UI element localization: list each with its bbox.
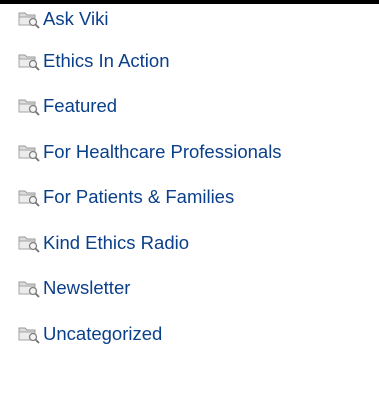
folder-search-icon [18,145,40,162]
category-list: Ask Viki Ethics In Action Featured For H… [18,0,379,357]
category-item-uncategorized: Uncategorized [18,311,379,357]
folder-search-icon [18,99,40,116]
category-link-uncategorized[interactable]: Uncategorized [18,324,162,344]
category-link-kind-ethics-radio[interactable]: Kind Ethics Radio [18,233,189,253]
folder-search-icon [18,54,40,71]
category-item-ask-viki: Ask Viki [18,0,379,38]
category-label: Ethics In Action [43,49,170,71]
folder-search-icon [18,12,40,29]
category-link-ethics-in-action[interactable]: Ethics In Action [18,51,169,71]
category-link-newsletter[interactable]: Newsletter [18,278,130,298]
category-label: Newsletter [43,277,131,298]
category-item-patients-families: For Patients & Families [18,175,379,221]
category-item-featured: Featured [18,84,379,130]
folder-search-icon [18,327,40,344]
folder-search-icon [18,190,40,207]
category-label: Featured [43,95,118,116]
category-label: For Patients & Families [43,186,235,207]
folder-search-icon [18,281,40,298]
folder-search-icon [18,236,40,253]
category-link-ask-viki[interactable]: Ask Viki [18,9,108,29]
category-label: Ask Viki [43,7,109,29]
category-label: Kind Ethics Radio [43,231,190,253]
category-label: Uncategorized [43,322,163,344]
category-item-healthcare-professionals: For Healthcare Professionals [18,129,379,175]
category-link-patients-families[interactable]: For Patients & Families [18,187,234,207]
category-item-kind-ethics-radio: Kind Ethics Radio [18,220,379,266]
category-link-featured[interactable]: Featured [18,96,117,116]
category-item-ethics-in-action: Ethics In Action [18,38,379,84]
category-link-healthcare-professionals[interactable]: For Healthcare Professionals [18,142,282,162]
category-item-newsletter: Newsletter [18,266,379,312]
category-label: For Healthcare Professionals [43,140,282,162]
